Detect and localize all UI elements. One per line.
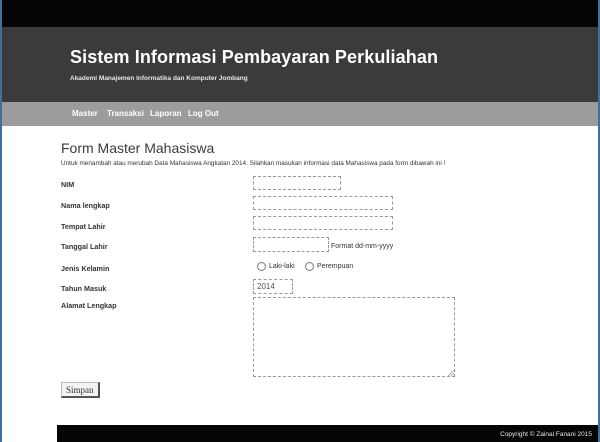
date-format-hint: Format dd-mm-yyyy <box>331 243 394 250</box>
page-title: Form Master Mahasiswa <box>61 140 215 156</box>
main-navigation: Master Transaksi Laporan Log Out <box>2 102 598 126</box>
radio-laki-laki-label: Laki-laki <box>269 263 295 270</box>
radio-perempuan-label: Perempuan <box>317 263 354 270</box>
alamat-lengkap-label: Alamat Lengkap <box>61 301 117 310</box>
top-bar <box>2 0 598 27</box>
nama-lengkap-field[interactable] <box>253 196 393 210</box>
nim-label: NIM <box>61 180 75 189</box>
jenis-kelamin-label: Jenis Kelamin <box>61 264 110 273</box>
radio-laki-laki[interactable]: Laki-laki <box>257 262 295 271</box>
alamat-lengkap-field[interactable] <box>253 297 455 377</box>
nav-item-laporan[interactable]: Laporan <box>150 109 182 118</box>
simpan-button[interactable]: Simpan <box>61 382 100 398</box>
tempat-lahir-label: Tempat Lahir <box>61 222 106 231</box>
tahun-masuk-label: Tahun Masuk <box>61 284 107 293</box>
radio-laki-laki-circle[interactable] <box>257 262 266 271</box>
textarea-resize-handle[interactable] <box>448 370 454 376</box>
nav-item-logout[interactable]: Log Out <box>188 109 219 118</box>
site-title: Sistem Informasi Pembayaran Perkuliahan <box>70 47 439 67</box>
tanggal-lahir-label: Tanggal Lahir <box>61 242 108 251</box>
tahun-masuk-field[interactable] <box>253 279 293 294</box>
form-instructions: Untuk menambah atau merubah Data Mahasis… <box>61 160 446 167</box>
site-footer: Copyright © Zainal Fanani 2015 <box>57 425 598 442</box>
alamat-wrapper <box>253 297 455 377</box>
radio-perempuan[interactable]: Perempuan <box>305 262 353 271</box>
radio-perempuan-circle[interactable] <box>305 262 314 271</box>
nim-field[interactable] <box>253 176 341 190</box>
tempat-lahir-field[interactable] <box>253 216 393 230</box>
copyright-text: Copyright © Zainal Fanani 2015 <box>500 431 592 438</box>
nama-lengkap-label: Nama lengkap <box>61 201 110 210</box>
site-subtitle: Akademi Manajemen Informatika dan Komput… <box>70 75 248 82</box>
nav-item-transaksi[interactable]: Transaksi <box>107 109 144 118</box>
site-header: Sistem Informasi Pembayaran Perkuliahan … <box>2 27 598 102</box>
nav-item-master[interactable]: Master <box>72 109 98 118</box>
tanggal-lahir-field[interactable] <box>253 237 329 252</box>
